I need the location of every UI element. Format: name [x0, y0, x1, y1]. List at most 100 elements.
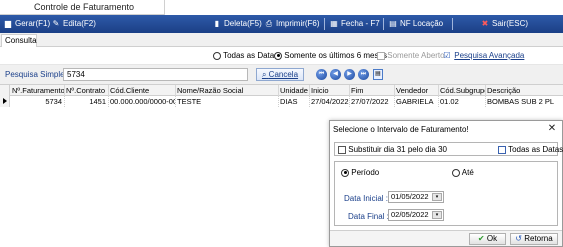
pesquisa-avancada-link[interactable]: Pesquisa Avançada [454, 51, 524, 60]
column-header[interactable]: Unidade [279, 85, 310, 96]
table-cell[interactable]: TESTE [176, 96, 279, 107]
filter-bar: Todas as Datas Somente os últimos 6 mese… [0, 47, 563, 65]
sair-button[interactable]: ✖ Sair(ESC) [480, 17, 528, 31]
toolbar: ▆ Gerar(F1) ✎ Edita(F2) ▮ Deleta(F5) ⎙ I… [0, 15, 563, 33]
table-cell[interactable]: 00.000.000/0000-00 [109, 96, 176, 107]
ultimos-6-meses-option[interactable]: Somente os últimos 6 meses [274, 51, 387, 60]
pesquisa-avancada-option[interactable]: ☑ Pesquisa Avançada [442, 51, 524, 61]
column-header[interactable]: Cód.Subgrupo [439, 85, 486, 96]
document-icon: ▆ [4, 19, 12, 28]
table-cell[interactable]: DIAS [279, 96, 310, 107]
delete-icon: ▮ [214, 19, 220, 28]
close-icon[interactable]: ✕ [546, 123, 558, 135]
column-header[interactable]: Nº.Contrato [65, 85, 109, 96]
data-final-label: Data Final : [348, 212, 389, 221]
periodo-radio[interactable] [341, 168, 349, 177]
cancel-search-button[interactable]: ⌕ Cancela [256, 68, 304, 81]
somente-aberto-option[interactable]: Somente Aberto [377, 51, 445, 60]
calendar-dropdown-icon[interactable]: ▾ [432, 193, 442, 201]
data-final-field[interactable]: 02/05/2022 ▾ [388, 209, 444, 221]
deleta-label: Deleta(F5) [224, 19, 262, 28]
dialog-todas-datas-checkbox[interactable] [498, 145, 506, 154]
grid-icon: ▦ [330, 19, 338, 28]
options-group: Substituir dia 31 pelo dia 30 Todas as D… [334, 142, 563, 156]
invoice-icon: ▤ [389, 19, 397, 28]
cancel-label: Cancela [268, 70, 299, 79]
data-inicial-value: 01/05/2022 [391, 192, 429, 201]
edita-button[interactable]: ✎ Edita(F2) [51, 17, 96, 31]
periodo-option[interactable]: Período [341, 168, 379, 177]
advanced-search-icon: ☑ [443, 51, 451, 60]
ate-option[interactable]: Até [452, 168, 474, 177]
checkmark-icon: ✔ [477, 234, 485, 243]
dialog-footer: ✔ Ok ↺ Retorna [330, 230, 562, 246]
imprimir-label: Imprimir(F6) [276, 19, 320, 28]
ok-label: Ok [486, 234, 498, 243]
retorna-button[interactable]: ↺ Retorna [510, 233, 558, 245]
table-cell[interactable]: 5734 [11, 96, 65, 107]
fecha-label: Fecha - F7 [341, 19, 380, 28]
pencil-icon: ✎ [52, 19, 60, 28]
calendar-dropdown-icon[interactable]: ▾ [432, 211, 442, 219]
data-inicial-label: Data Inicial : [344, 194, 389, 203]
printer-icon: ⎙ [265, 19, 273, 28]
somente-aberto-label: Somente Aberto [387, 51, 445, 60]
first-record-icon[interactable]: ⏮ [316, 69, 327, 80]
toolbar-separator [324, 18, 325, 30]
sair-label: Sair(ESC) [492, 19, 529, 28]
dialog-todas-datas-option[interactable]: Todas as Datas [498, 145, 563, 154]
nf-locacao-button[interactable]: ▤ NF Locação [388, 17, 443, 31]
date-range-dialog: Selecione o Intervalo de Faturamento! ✕ … [329, 120, 563, 247]
substituir-checkbox[interactable] [338, 145, 346, 154]
column-header[interactable]: Descrição [486, 85, 563, 96]
substituir-option[interactable]: Substituir dia 31 pelo dia 30 [338, 145, 447, 154]
last-record-icon[interactable]: ⏭ [358, 69, 369, 80]
data-final-value: 02/05/2022 [391, 210, 429, 219]
gerar-label: Gerar(F1) [15, 19, 51, 28]
edita-label: Edita(F2) [63, 19, 96, 28]
current-row-arrow-icon [3, 98, 7, 104]
magnifier-icon: ⌕ [261, 70, 267, 79]
column-header[interactable]: Vendedor [395, 85, 439, 96]
todas-datas-label: Todas as Datas [223, 51, 279, 60]
search-input[interactable]: 5734 [63, 68, 248, 81]
toolbar-separator [452, 18, 453, 30]
nf-locacao-label: NF Locação [400, 19, 444, 28]
column-header[interactable]: Fim [350, 85, 395, 96]
column-header[interactable]: Nº.Faturamento [11, 85, 65, 96]
header-indicator [0, 85, 10, 96]
column-header[interactable]: Nome/Razão Social [176, 85, 279, 96]
export-icon[interactable]: ▤ [373, 69, 383, 80]
ultimos-6-meses-radio[interactable] [274, 51, 282, 60]
ultimos-6-meses-label: Somente os últimos 6 meses [284, 51, 387, 60]
table-cell[interactable]: 1451 [65, 96, 109, 107]
table-row[interactable]: 5734 1451 00.000.000/0000-00 TESTE DIAS … [0, 96, 563, 107]
previous-record-icon[interactable]: ◀ [330, 69, 341, 80]
column-header[interactable]: Inicio [310, 85, 350, 96]
table-cell[interactable]: 27/04/2022 [310, 96, 350, 107]
table-cell[interactable]: GABRIELA [395, 96, 439, 107]
dialog-title: Selecione o Intervalo de Faturamento! [330, 121, 562, 139]
ate-radio[interactable] [452, 168, 460, 177]
period-group: Período Até Data Inicial : 01/05/2022 ▾ … [334, 161, 558, 226]
window-title: Controle de Faturamento [0, 0, 165, 15]
todas-datas-radio[interactable] [213, 51, 221, 60]
table-cell[interactable]: BOMBAS SUB 2 PL [486, 96, 563, 107]
column-header[interactable]: Cód.Cliente [109, 85, 176, 96]
todas-datas-option[interactable]: Todas as Datas [213, 51, 278, 60]
next-record-icon[interactable]: ▶ [344, 69, 355, 80]
table-cell[interactable]: 01.02 [439, 96, 486, 107]
data-inicial-field[interactable]: 01/05/2022 ▾ [388, 191, 444, 203]
table-cell[interactable]: 27/07/2022 [350, 96, 395, 107]
fecha-button[interactable]: ▦ Fecha - F7 [329, 17, 380, 31]
retorna-label: Retorna [524, 234, 553, 243]
grid-header: Nº.Faturamento Nº.Contrato Cód.Cliente N… [0, 85, 563, 96]
somente-aberto-checkbox[interactable] [377, 51, 385, 60]
row-indicator [0, 96, 10, 107]
ate-label: Até [461, 168, 474, 177]
deleta-button[interactable]: ▮ Deleta(F5) [212, 17, 262, 31]
gerar-button[interactable]: ▆ Gerar(F1) [3, 17, 50, 31]
ok-button[interactable]: ✔ Ok [469, 233, 506, 245]
tab-consulta[interactable]: Consulta [1, 34, 37, 47]
imprimir-button[interactable]: ⎙ Imprimir(F6) [264, 17, 320, 31]
